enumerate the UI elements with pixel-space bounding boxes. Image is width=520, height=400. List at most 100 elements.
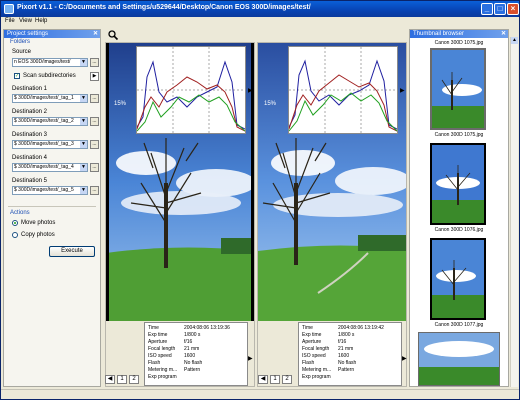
thumbnail-2[interactable] [430,143,486,225]
chevron-down-icon[interactable]: ▼ [80,164,87,171]
copy-photos-radio[interactable] [12,232,18,238]
prev-page-icon[interactable]: ◀ [258,375,268,384]
maximize-button[interactable]: □ [494,3,506,15]
exif-row: Focal length 21 mm [148,346,200,352]
destination-1-value: $ 300D/images/test/_tag_1 [14,95,74,101]
page-2-button[interactable]: 2 [282,375,292,384]
menu-bar: File View Help [1,17,519,27]
panel-title: Thumbnail browser [413,31,465,37]
thumbnail-browser-panel: Thumbnail browser ✕ Canon 300D 1075.jpg … [409,29,509,387]
thumbnail-scrollbar[interactable]: ▲ [510,37,518,387]
panel-title: Project settings [7,31,49,37]
thumbnail-caption: Canon 300D 1077.jpg [434,322,484,328]
zoom-label: 15% [264,101,277,107]
exif-row: ISO speed 1600 [302,353,350,359]
destination-5-browse-button[interactable]: ... [90,186,99,195]
image-viewer-2: 15% ▶ Time 2004:08:06 13:19:42 Exp time 1/… [257,42,407,387]
thumbnail-4[interactable] [418,332,500,386]
expand-exif-icon[interactable]: ▶ [402,355,407,362]
title-bar[interactable]: Pixort v1.1 - C:/Documents and Settings/… [1,1,519,17]
thumbnail-caption: Canon 300D 1075.jpg [434,132,484,138]
scan-arrow-button[interactable]: ▶ [90,72,99,81]
minimize-button[interactable]: _ [481,3,493,15]
copy-photos-label: Copy photos [21,232,55,238]
exif-row: Exp time 1/800 s [148,332,201,338]
exif-panel-1: Time 2004:08:06 13:19:36 Exp time 1/800 s … [144,322,248,386]
source-value: n EOS 300D/images/test/ [14,59,71,65]
destination-3-label: Destination 3 [12,132,48,138]
destination-2-browse-button[interactable]: ... [90,117,99,126]
expand-exif-icon[interactable]: ▶ [248,355,253,362]
project-settings-panel: Project settings ✕ Folders Source n EOS … [3,29,101,387]
destination-5-dropdown[interactable]: $ 300D/images/test/_tag_5 ▼ [12,186,88,195]
destination-1-label: Destination 1 [12,86,48,92]
exif-row: Focal length 21 mm [302,346,354,352]
exif-row: Time 2004:08:06 13:19:42 [302,325,384,331]
project-settings-header: Project settings ✕ [4,30,100,38]
destination-4-dropdown[interactable]: $ 300D/images/test/_tag_4 ▼ [12,163,88,172]
folders-group-label: Folders [10,39,31,45]
menu-file[interactable]: File [5,18,15,24]
execute-button[interactable]: Execute [49,246,95,257]
chevron-down-icon[interactable]: ▼ [80,187,87,194]
exif-row: Exp program [302,374,331,380]
exif-row: Flash No flash [302,360,357,366]
status-bar [1,389,519,399]
destination-5-label: Destination 5 [12,178,48,184]
close-button[interactable]: × [507,3,519,15]
page-1-button[interactable]: 1 [270,375,280,384]
destination-3-browse-button[interactable]: ... [90,140,99,149]
chevron-down-icon[interactable]: ▼ [80,59,87,66]
thumbnail-caption: Canon 300D 1076.jpg [434,227,484,233]
scroll-up-icon[interactable]: ▲ [511,37,518,44]
scan-subdirs-label: Scan subdirectories [23,73,76,79]
divider [8,206,96,207]
scan-subdirs-checkbox[interactable]: ✓ [14,73,20,79]
expand-histogram-icon[interactable]: ▶ [248,87,254,97]
app-icon [4,4,14,14]
close-panel-icon[interactable]: ✕ [501,30,506,38]
destination-1-browse-button[interactable]: ... [90,94,99,103]
zoom-label: 15% [114,101,127,107]
destination-2-value: $ 300D/images/test/_tag_2 [14,118,74,124]
destination-2-label: Destination 2 [12,109,48,115]
move-photos-label: Move photos [21,220,56,226]
menu-view[interactable]: View [19,18,32,24]
destination-4-value: $ 300D/images/test/_tag_4 [14,164,74,170]
destination-4-label: Destination 4 [12,155,48,161]
source-label: Source [12,49,32,55]
exif-row: Exp time 1/800 s [302,332,355,338]
page-1-button[interactable]: 1 [117,375,127,384]
expand-histogram-icon[interactable]: ▶ [400,87,406,97]
chevron-down-icon[interactable]: ▼ [80,95,87,102]
destination-4-browse-button[interactable]: ... [90,163,99,172]
move-photos-radio[interactable] [12,220,18,226]
exif-row: Aperture f/16 [148,339,193,345]
chevron-down-icon[interactable]: ▼ [80,141,87,148]
destination-1-dropdown[interactable]: $ 300D/images/test/_tag_1 ▼ [12,94,88,103]
image-viewer-1: 15% ▶ Time 2004:08:06 13:19:36 Exp time 1/… [105,42,255,387]
exif-row: Time 2004:08:06 13:19:36 [148,325,230,331]
source-browse-button[interactable]: ... [90,58,99,67]
menu-help[interactable]: Help [35,18,47,24]
page-2-button[interactable]: 2 [129,375,139,384]
destination-3-dropdown[interactable]: $ 300D/images/test/_tag_3 ▼ [12,140,88,149]
exif-row: Exp program [148,374,177,380]
chevron-down-icon[interactable]: ▼ [80,118,87,125]
destination-3-value: $ 300D/images/test/_tag_3 [14,141,74,147]
histogram-2 [288,46,398,134]
app-window: Pixort v1.1 - C:/Documents and Settings/… [0,0,520,400]
close-panel-icon[interactable]: ✕ [93,30,98,38]
destination-2-dropdown[interactable]: $ 300D/images/test/_tag_2 ▼ [12,117,88,126]
source-dropdown[interactable]: n EOS 300D/images/test/ ▼ [12,58,88,67]
search-icon[interactable] [107,29,119,41]
prev-page-icon[interactable]: ◀ [105,375,115,384]
thumbnail-1[interactable] [430,48,486,130]
exif-row: Metering m... Pattern [148,367,201,373]
exif-row: Flash No flash [148,360,203,366]
actions-group-label: Actions [10,210,30,216]
window-title: Pixort v1.1 - C:/Documents and Settings/… [17,4,311,11]
thumbnail-3[interactable] [430,238,486,320]
histogram-icon [288,47,398,133]
thumbnail-browser-header: Thumbnail browser ✕ [410,30,508,38]
